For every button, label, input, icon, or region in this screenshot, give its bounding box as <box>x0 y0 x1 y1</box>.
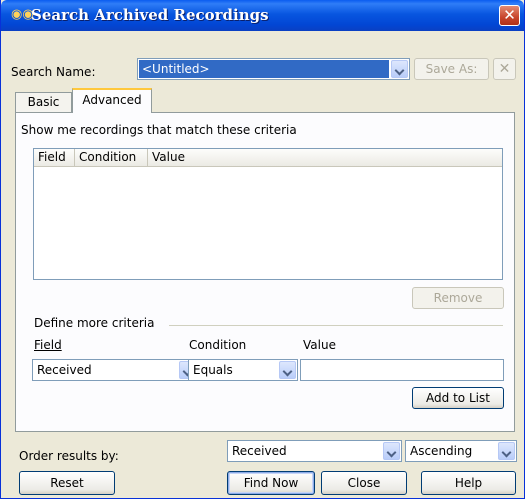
field-select-value: Received <box>37 363 92 377</box>
window-title: Search Archived Recordings <box>31 6 269 24</box>
search-name-value: <Untitled> <box>142 62 210 76</box>
column-header-condition[interactable]: Condition <box>75 149 148 167</box>
binoculars-icon: ◉◉ <box>11 7 34 22</box>
field-select[interactable]: Received <box>32 359 198 381</box>
reset-label: Reset <box>50 476 84 490</box>
find-now-button[interactable]: Find Now <box>227 471 315 495</box>
tab-advanced[interactable]: Advanced <box>72 88 152 113</box>
save-as-button[interactable]: Save As: <box>414 58 489 80</box>
define-criteria-heading: Define more criteria <box>34 316 155 330</box>
criteria-list[interactable]: Field Condition Value <box>33 148 503 280</box>
help-label: Help <box>454 476 483 490</box>
search-dialog: ◉◉ Search Archived Recordings ✕ Search N… <box>0 0 525 499</box>
order-field-select[interactable]: Received <box>227 440 402 462</box>
field-label: Field <box>34 338 62 352</box>
tab-advanced-label: Advanced <box>82 93 142 107</box>
title-bar[interactable]: ◉◉ Search Archived Recordings ✕ <box>1 0 524 31</box>
value-label: Value <box>303 338 336 352</box>
delete-icon: ✕ <box>498 61 511 77</box>
value-input[interactable] <box>300 359 504 381</box>
search-name-select[interactable]: <Untitled> <box>137 58 410 80</box>
chevron-down-icon[interactable] <box>383 442 400 460</box>
close-window-button[interactable]: ✕ <box>499 5 520 26</box>
group-divider <box>169 325 503 326</box>
add-to-list-button[interactable]: Add to List <box>412 387 504 409</box>
find-now-label: Find Now <box>243 476 299 490</box>
save-as-label: Save As: <box>425 62 478 76</box>
column-header-field[interactable]: Field <box>34 149 75 167</box>
chevron-down-icon[interactable] <box>498 442 515 460</box>
close-label: Close <box>347 476 381 490</box>
order-direction-value: Ascending <box>410 444 473 458</box>
chevron-down-icon[interactable] <box>279 361 296 379</box>
help-button[interactable]: Help <box>421 471 516 495</box>
close-icon: ✕ <box>503 6 516 24</box>
tab-basic[interactable]: Basic <box>15 92 72 113</box>
column-header-value[interactable]: Value <box>148 149 502 167</box>
close-button[interactable]: Close <box>321 471 407 495</box>
condition-select[interactable]: Equals <box>188 359 298 381</box>
order-by-label: Order results by: <box>19 449 119 463</box>
condition-label: Condition <box>189 338 247 352</box>
order-direction-select[interactable]: Ascending <box>405 440 517 462</box>
condition-select-value: Equals <box>193 363 233 377</box>
chevron-down-icon[interactable] <box>391 60 408 78</box>
advanced-panel: Show me recordings that match these crit… <box>15 112 515 432</box>
add-to-list-label: Add to List <box>426 391 490 405</box>
order-field-value: Received <box>232 444 287 458</box>
remove-button[interactable]: Remove <box>412 287 504 309</box>
remove-label: Remove <box>433 291 483 305</box>
delete-search-button[interactable]: ✕ <box>493 58 516 80</box>
search-name-label: Search Name: <box>11 65 96 79</box>
criteria-heading: Show me recordings that match these crit… <box>21 123 297 137</box>
reset-button[interactable]: Reset <box>19 471 115 495</box>
tab-basic-label: Basic <box>27 95 60 109</box>
